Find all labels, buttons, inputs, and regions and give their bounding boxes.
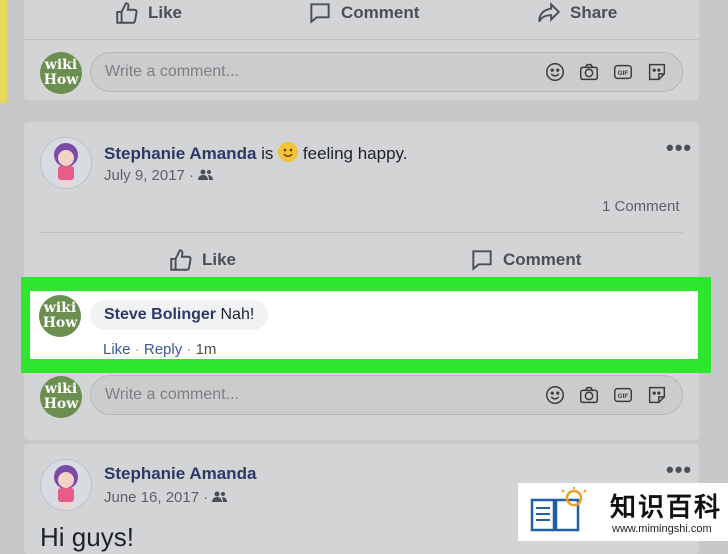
- highlighted-comment: wiki How Steve Bolinger Nah! Like · Repl…: [21, 277, 711, 373]
- sticker-icon[interactable]: [646, 61, 668, 83]
- doll-avatar-icon: [54, 465, 78, 508]
- friends-audience-icon: [212, 491, 228, 502]
- friends-audience-icon: [198, 169, 214, 180]
- doll-avatar-icon: [54, 143, 78, 186]
- post-body: Hi guys!: [40, 522, 134, 552]
- comment-like-link[interactable]: Like: [103, 341, 131, 358]
- comment-input[interactable]: Write a comment... GIF: [90, 52, 683, 92]
- sticker-icon[interactable]: [646, 384, 668, 406]
- svg-text:GIF: GIF: [618, 393, 629, 400]
- avatar[interactable]: wiki How: [40, 376, 82, 418]
- avatar[interactable]: [40, 137, 92, 189]
- smiley-icon: [278, 142, 299, 162]
- divider: [40, 232, 683, 233]
- camera-icon[interactable]: [578, 61, 600, 83]
- like-button[interactable]: Like: [168, 247, 236, 273]
- left-accent-bar: [0, 0, 7, 103]
- comment-count[interactable]: 1 Comment: [602, 198, 680, 215]
- emoji-icon[interactable]: [544, 61, 566, 83]
- emoji-icon[interactable]: [544, 384, 566, 406]
- watermark-title: 知识百科: [610, 493, 723, 523]
- author-name[interactable]: Stephanie Amanda: [104, 464, 256, 484]
- speech-bubble-icon: [472, 250, 492, 271]
- book-lightbulb-icon: [530, 487, 587, 532]
- comment-timestamp[interactable]: 1m: [196, 341, 217, 358]
- comment-text: Nah!: [220, 306, 255, 323]
- post-date[interactable]: June 16, 2017 ·: [104, 489, 228, 506]
- comment-button[interactable]: Comment: [469, 247, 581, 273]
- svg-text:GIF: GIF: [618, 70, 629, 77]
- gif-icon[interactable]: GIF: [612, 61, 634, 83]
- comment-input[interactable]: Write a comment... GIF: [90, 375, 683, 415]
- gif-icon[interactable]: GIF: [612, 384, 634, 406]
- post-date[interactable]: July 9, 2017 ·: [104, 167, 214, 184]
- more-options-icon[interactable]: •••: [666, 457, 692, 483]
- commenter-name[interactable]: Steve Bolinger: [104, 306, 216, 323]
- comment-bubble: Steve Bolinger Nah!: [90, 300, 269, 330]
- thumbs-up-icon: [170, 249, 192, 271]
- avatar[interactable]: wiki How: [39, 295, 81, 337]
- avatar[interactable]: [40, 459, 92, 511]
- divider: [24, 39, 699, 40]
- watermark-url: www.mimingshi.com: [612, 523, 712, 535]
- share-arrow-icon: [538, 1, 561, 23]
- comment-actions: Like · Reply · 1m: [103, 341, 217, 358]
- author-name[interactable]: Stephanie Amanda: [104, 144, 256, 163]
- comment-button[interactable]: Comment: [307, 0, 419, 26]
- like-button[interactable]: Like: [114, 0, 182, 26]
- avatar[interactable]: wiki How: [40, 52, 82, 94]
- watermark-logo: 知识百科 www.mimingshi.com: [518, 483, 728, 541]
- camera-icon[interactable]: [578, 384, 600, 406]
- more-options-icon[interactable]: •••: [666, 135, 692, 161]
- share-button[interactable]: Share: [536, 0, 617, 26]
- speech-bubble-icon: [310, 3, 330, 24]
- post-header: Stephanie Amanda is feeling happy.: [104, 142, 408, 163]
- comment-reply-link[interactable]: Reply: [144, 341, 182, 358]
- thumbs-up-icon: [116, 2, 138, 24]
